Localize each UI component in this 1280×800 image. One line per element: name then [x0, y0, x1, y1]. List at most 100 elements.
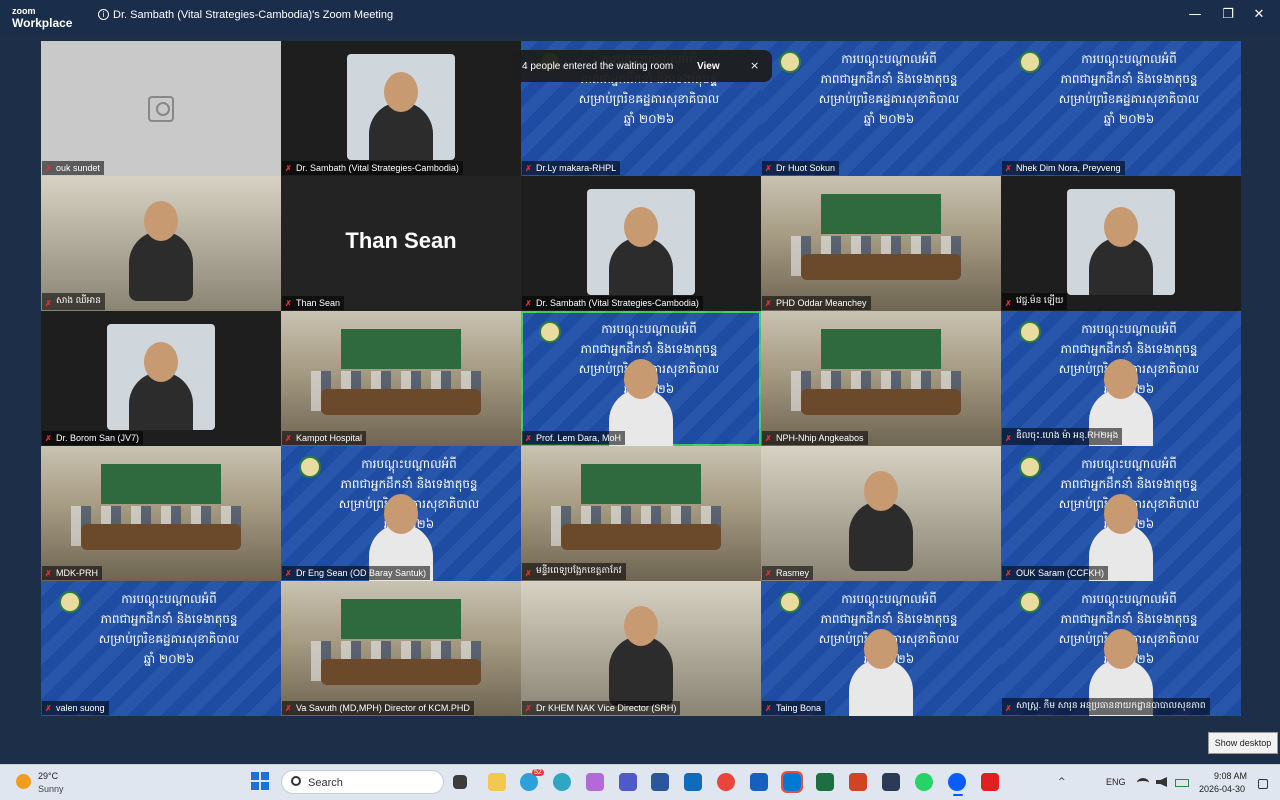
copilot-icon[interactable] [586, 773, 604, 791]
participant-tile[interactable]: ការបណ្ដុះបណ្ដាលអំពីភាពជាអ្នកដឹកនាំ និងទេ… [1001, 311, 1241, 446]
participant-name-label: Dr Huot Sokun [762, 161, 840, 175]
banner-line1: ការបណ្ដុះបណ្ដាលអំពី [1081, 457, 1177, 471]
clock-time[interactable]: 9:08 AM [1214, 771, 1247, 781]
participant-tile[interactable]: PHD Oddar Meanchey ✗ [761, 176, 1001, 311]
participant-tile[interactable]: Dr. Borom San (JV7) ✗ [41, 311, 281, 446]
participant-tile[interactable]: MDK-PRH ✗ [41, 446, 281, 581]
banner-line1: ការបណ្ដុះបណ្ដាលអំពី [1081, 52, 1177, 66]
banner-line2: ភាពជាអ្នកដឹកនាំ និងទេងាតុចន្ទ្ត [1060, 612, 1198, 626]
participant-video [849, 471, 913, 571]
participant-video [587, 189, 695, 295]
participant-tile[interactable]: NPH-Nhip Angkeabos ✗ [761, 311, 1001, 446]
participant-tile[interactable]: ការបណ្ដុះបណ្ដាលអំពីភាពជាអ្នកដឹកនាំ និងទេ… [1001, 446, 1241, 581]
participant-tile[interactable]: ការបណ្ដុះបណ្ដាលអំពីភាពជាអ្នកដឹកនាំ និងទេ… [281, 446, 521, 581]
battery-icon[interactable] [1175, 779, 1189, 787]
notification-close-icon[interactable]: × [750, 59, 759, 72]
participant-tile[interactable]: ការបណ្ដុះបណ្ដាលអំពីភាពជាអ្នកដឹកនាំ និងទេ… [1001, 581, 1241, 716]
minimize-button[interactable]: — [1188, 8, 1202, 22]
participant-name-label: Nhek Dim Nora, Preyveng [1002, 161, 1125, 175]
clock-date[interactable]: 2026-04-30 [1199, 784, 1245, 794]
weather-description[interactable]: Sunny [38, 784, 64, 794]
pdf-reader-icon[interactable] [981, 773, 999, 791]
wifi-icon[interactable] [1137, 778, 1149, 787]
word-icon[interactable] [651, 773, 669, 791]
participant-tile[interactable]: មន្ទីរពេទ្យបង្អែកខេត្តតាកែវ ✗ [521, 446, 761, 581]
participant-tile[interactable]: ouk sundet ✗ [41, 41, 281, 176]
participant-video [347, 54, 455, 160]
banner-line2: ភាពជាអ្នកដឹកនាំ និងទេងាតុចន្ទ្ត [820, 612, 958, 626]
muted-mic-icon: ✗ [45, 299, 52, 308]
banner-line3: សម្រាប់ព្ររិខឝដ្ឋគារសុខាគិបាល [98, 632, 240, 646]
powerpoint-icon[interactable] [849, 773, 867, 791]
start-button[interactable] [251, 772, 269, 790]
muted-mic-icon: ✗ [45, 434, 52, 443]
participant-tile[interactable]: Than Sean Than Sean ✗ [281, 176, 521, 311]
file-explorer-icon[interactable] [488, 773, 506, 791]
muted-mic-icon: ✗ [525, 299, 532, 308]
banner-line2: ភាពជាអ្នកដឹកនាំ និងទេងាតុចន្ទ្ត [100, 612, 238, 626]
participant-tile[interactable]: វេជ្ជ.ម៉ន ឡើយ ✗ [1001, 176, 1241, 311]
info-icon[interactable]: i [98, 9, 109, 20]
training-banner-text: ការបណ្ដុះបណ្ដាលអំពីភាពជាអ្នកដឹកនាំ និងទេ… [789, 49, 989, 129]
outlook-icon[interactable] [684, 773, 702, 791]
participant-name-label: Prof. Lem Dara, MoH [522, 431, 626, 445]
task-view-icon[interactable] [453, 775, 467, 789]
store-icon[interactable] [750, 773, 768, 791]
search-placeholder: Search [308, 777, 343, 789]
participant-face [624, 207, 658, 247]
participant-face [1104, 207, 1138, 247]
room-wall [341, 329, 461, 369]
chevron-up-icon[interactable]: ^ [1058, 777, 1066, 787]
participant-tile[interactable]: ការបណ្ដុះបណ្ដាលអំពីភាពជាអ្នកដឹកនាំ និងទេ… [41, 581, 281, 716]
zoom-taskbar-icon[interactable] [948, 773, 966, 791]
room-table [561, 524, 721, 550]
muted-mic-icon: ✗ [765, 299, 772, 308]
zoom-logo: zoom Workplace [12, 5, 72, 29]
participant-tile[interactable]: ការបណ្ដុះបណ្ដាលអំពីភាពជាអ្នកដឹកនាំ និងទេ… [521, 311, 761, 446]
language-indicator[interactable]: ENG [1106, 777, 1126, 787]
search-icon [291, 776, 301, 786]
mail-icon[interactable] [781, 771, 803, 793]
participant-tile[interactable]: ការបណ្ដុះបណ្ដាលអំពីភាពជាអ្នកដឹកនាំ និងទេ… [761, 41, 1001, 176]
participant-face [144, 201, 178, 241]
close-button[interactable]: ✕ [1252, 8, 1266, 22]
participant-tile[interactable]: Dr. Sambath (Vital Strategies-Cambodia) ✗ [521, 176, 761, 311]
weather-temperature[interactable]: 29°C [38, 771, 58, 781]
participant-tile[interactable]: Dr. Sambath (Vital Strategies-Cambodia) ✗ [281, 41, 521, 176]
sun-icon[interactable] [16, 774, 31, 789]
room-table [801, 389, 961, 415]
participant-name-label: Dr KHEM NAK Vice Director (SRH) [522, 701, 681, 715]
muted-mic-icon: ✗ [525, 569, 532, 578]
view-waiting-room-button[interactable]: View [697, 61, 720, 72]
participant-tile[interactable]: Rasmey ✗ [761, 446, 1001, 581]
muted-mic-icon: ✗ [45, 569, 52, 578]
participant-tile[interactable]: សាង ឈីអាន ✗ [41, 176, 281, 311]
zoom-active-indicator [953, 794, 963, 796]
taskbar-search[interactable]: Search [281, 770, 444, 794]
participant-face [144, 342, 178, 382]
participant-tile[interactable]: Kampot Hospital ✗ [281, 311, 521, 446]
excel-icon[interactable] [816, 773, 834, 791]
whatsapp-icon[interactable] [915, 773, 933, 791]
show-desktop-button[interactable]: Show desktop [1208, 732, 1278, 754]
notification-message: 4 people entered the waiting room [522, 61, 674, 72]
restore-button[interactable]: ❐ [1221, 8, 1235, 22]
chrome-icon[interactable] [717, 773, 735, 791]
participant-name-label: Dr Eng Sean (OD Baray Santuk) [282, 566, 431, 580]
participant-tile[interactable]: ការបណ្ដុះបណ្ដាលអំពីភាពជាអ្នកដឹកនាំ និងទេ… [761, 581, 1001, 716]
participant-tile[interactable]: Va Savuth (MD,MPH) Director of KCM.PHD ✗ [281, 581, 521, 716]
participant-name-label: NPH-Nhip Angkeabos [762, 431, 868, 445]
participant-display-name: Than Sean [345, 228, 457, 253]
calculator-icon[interactable] [882, 773, 900, 791]
participant-name-label: Dr. Borom San (JV7) [42, 431, 144, 445]
participant-name-label: Dr. Sambath (Vital Strategies-Cambodia) [282, 161, 463, 175]
training-banner-text: ការបណ្ដុះបណ្ដាលអំពីភាពជាអ្នកដឹកនាំ និងទេ… [1029, 49, 1229, 129]
muted-mic-icon: ✗ [45, 704, 52, 713]
muted-mic-icon: ✗ [1005, 299, 1012, 308]
edge-icon[interactable] [553, 773, 571, 791]
participant-tile[interactable]: ការបណ្ដុះបណ្ដាលអំពីភាពជាអ្នកដឹកនាំ និងទេ… [1001, 41, 1241, 176]
notification-bell-icon[interactable] [1258, 779, 1268, 789]
participant-name-label: Dr.Ly makara-RHPL [522, 161, 621, 175]
participant-tile[interactable]: Dr KHEM NAK Vice Director (SRH) ✗ [521, 581, 761, 716]
teams-icon[interactable] [619, 773, 637, 791]
